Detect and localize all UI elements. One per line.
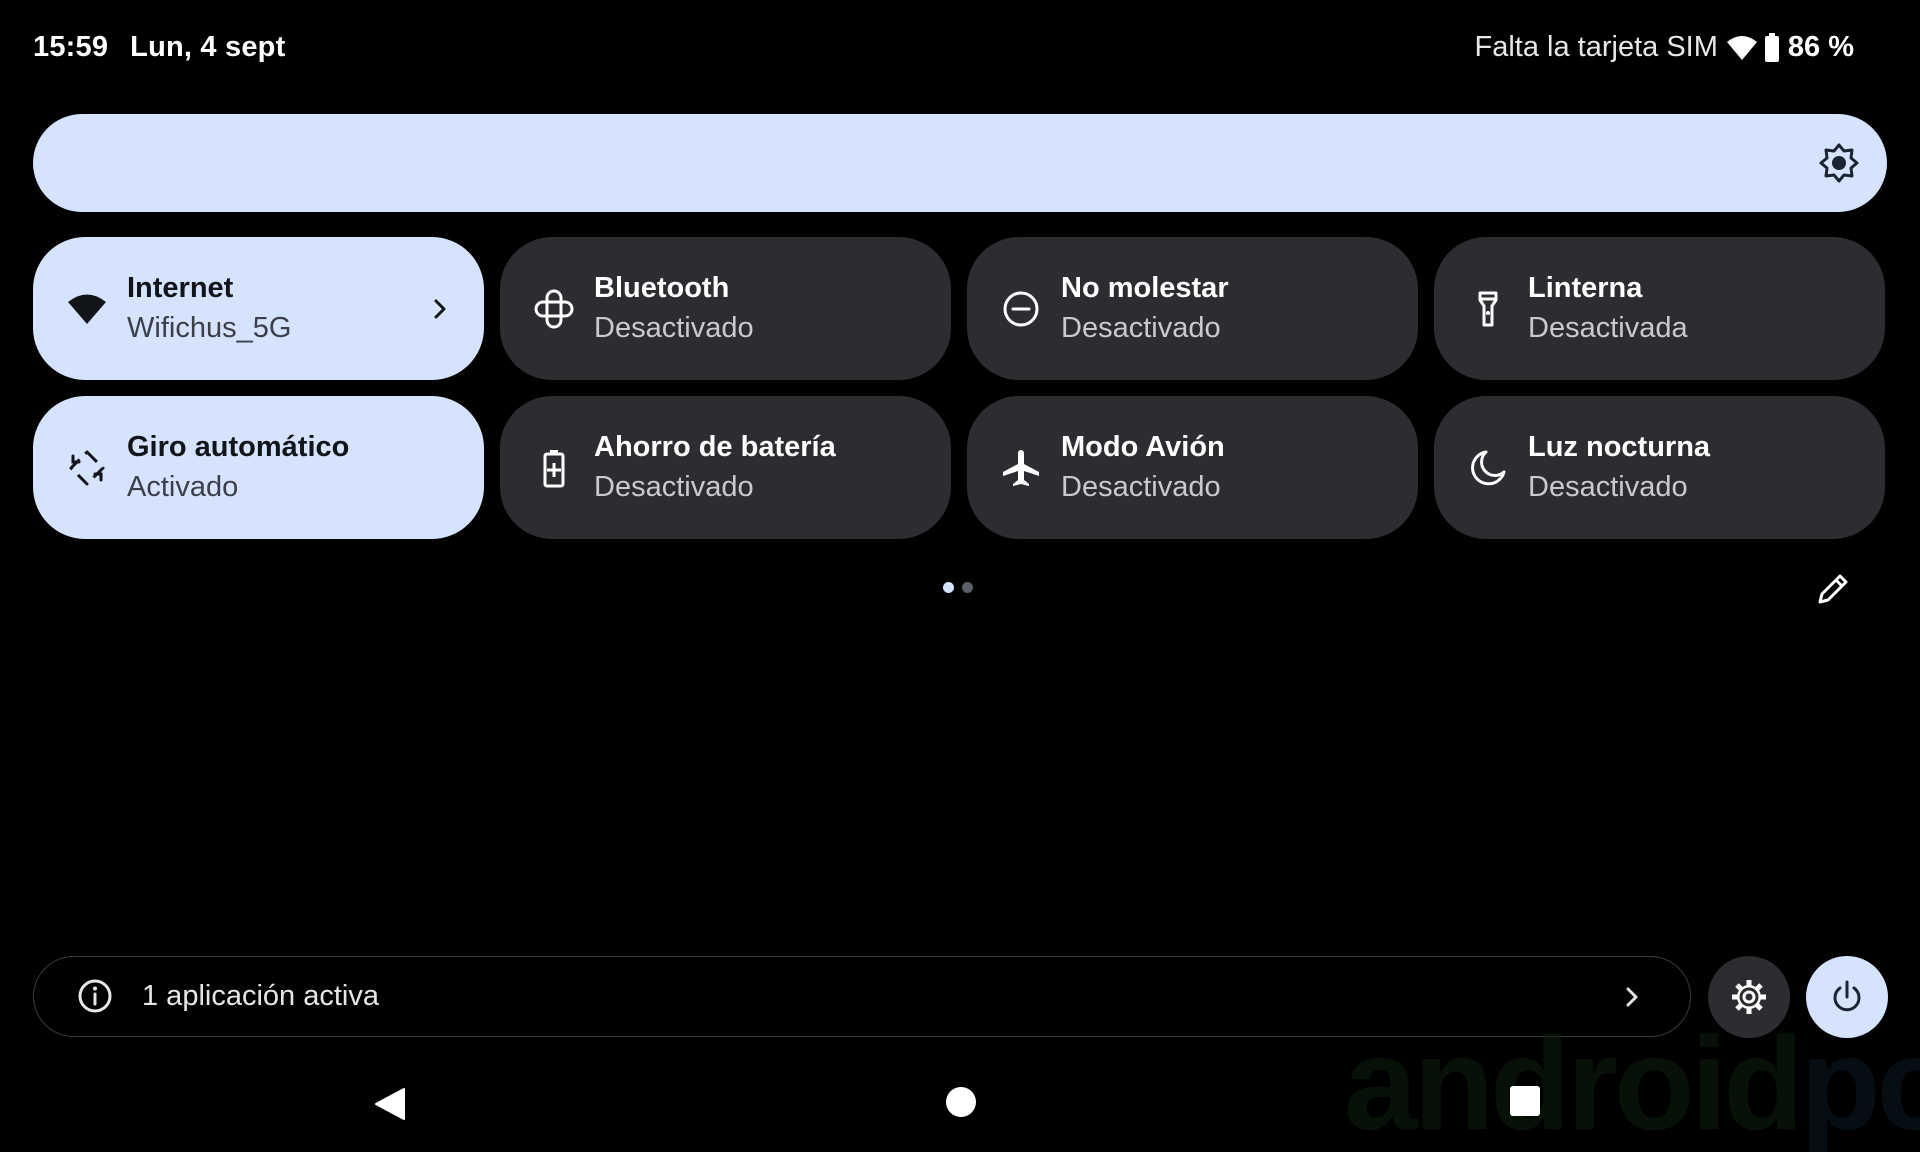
clock-time: 15:59 [33,31,109,63]
tile-airplane-mode[interactable]: Modo Avión Desactivado [967,396,1418,539]
tile-internet[interactable]: Internet Wifichus_5G [33,237,484,380]
status-indicators: Falta la tarjeta SIM 86 % [1475,31,1854,64]
brightness-slider[interactable] [33,114,1887,212]
info-icon [76,977,114,1015]
active-apps-label: 1 aplicación activa [142,980,379,1012]
tile-title: No molestar [1061,272,1229,304]
bluetooth-icon [532,287,576,331]
navigation-bar [0,1070,1920,1152]
chevron-right-icon [1618,983,1646,1011]
tile-subtitle: Wifichus_5G [127,312,292,344]
tile-subtitle: Desactivado [1528,471,1688,503]
status-date: Lun, 4 sept [130,31,286,63]
pencil-icon [1818,574,1848,604]
tile-auto-rotate[interactable]: Giro automático Activado [33,396,484,539]
tile-subtitle: Desactivado [594,471,754,503]
chevron-right-icon [426,295,454,323]
tile-subtitle: Desactivado [1061,312,1221,344]
tile-title: Internet [127,272,234,304]
battery-percent: 86 % [1787,31,1854,63]
do-not-disturb-icon [999,287,1043,331]
tile-subtitle: Desactivado [1061,471,1221,503]
airplane-icon [999,446,1043,490]
quick-settings-tiles: Internet Wifichus_5G Bluetooth Desactiva… [33,237,1887,540]
tile-title: Giro automático [127,431,350,463]
page-dot-active [943,582,954,593]
tile-battery-saver[interactable]: Ahorro de batería Desactivado [500,396,951,539]
back-triangle-icon [375,1088,405,1120]
page-indicator [943,582,973,593]
page-dot [962,582,973,593]
edit-tiles-button[interactable] [1814,570,1852,608]
clock-date: 15:59 Lun, 4 sept [33,31,285,64]
tile-night-light[interactable]: Luz nocturna Desactivado [1434,396,1885,539]
tile-subtitle: Desactivado [594,312,754,344]
status-bar: 15:59 Lun, 4 sept Falta la tarjeta SIM 86… [0,0,1920,100]
battery-saver-icon [532,446,576,490]
tile-title: Luz nocturna [1528,431,1711,463]
tile-subtitle: Desactivada [1528,312,1688,344]
tile-bluetooth[interactable]: Bluetooth Desactivado [500,237,951,380]
home-button[interactable] [946,1087,976,1117]
tile-subtitle: Activado [127,471,239,503]
wifi-icon [65,287,109,331]
tile-flashlight[interactable]: Linterna Desactivada [1434,237,1885,380]
recents-button[interactable] [1510,1086,1540,1116]
back-button[interactable] [372,1085,408,1123]
flashlight-icon [1466,287,1510,331]
wifi-icon [1726,34,1758,62]
tile-title: Modo Avión [1061,431,1225,463]
auto-rotate-icon [65,446,109,490]
quick-settings-panel: 15:59 Lun, 4 sept Falta la tarjeta SIM 86… [0,0,1920,1152]
night-light-icon [1466,446,1510,490]
battery-icon [1764,32,1780,63]
sim-status: Falta la tarjeta SIM [1474,31,1718,63]
tile-title: Linterna [1528,272,1643,304]
brightness-icon [1819,143,1859,183]
tile-title: Ahorro de batería [594,431,836,463]
tile-do-not-disturb[interactable]: No molestar Desactivado [967,237,1418,380]
tile-title: Bluetooth [594,272,730,304]
